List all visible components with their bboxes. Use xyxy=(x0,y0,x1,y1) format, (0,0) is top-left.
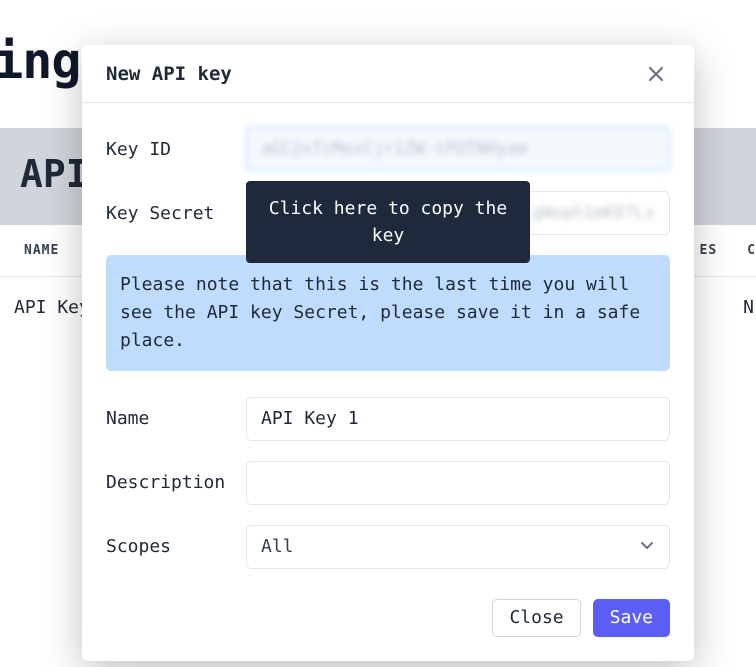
row-scopes: Scopes All xyxy=(106,525,670,569)
modal-footer: Close Save xyxy=(82,599,694,661)
secret-warning-notice: Please note that this is the last time y… xyxy=(106,255,670,371)
key-id-field[interactable]: aGC2xTcMexCjr1ZW-tPUTNHyam xyxy=(246,127,670,171)
row-key-id: Key ID aGC2xTcMexCjr1ZW-tPUTNHyam xyxy=(106,127,670,171)
description-input[interactable] xyxy=(246,461,670,505)
row-name: Name xyxy=(106,397,670,441)
chevron-down-icon xyxy=(639,537,655,557)
copy-key-tooltip[interactable]: Click here to copy the key xyxy=(246,181,530,263)
close-button[interactable]: Close xyxy=(492,599,580,637)
name-input[interactable] xyxy=(246,397,670,441)
row-key-secret: Key Secret Click here to copy the key gW… xyxy=(106,191,670,235)
label-name: Name xyxy=(106,408,228,429)
key-id-value: aGC2xTcMexCjr1ZW-tPUTNHyam xyxy=(261,139,527,159)
label-key-id: Key ID xyxy=(106,139,228,160)
col-header-fragment-far-right: C xyxy=(725,243,756,258)
cell-right-fragment: N xyxy=(743,297,756,318)
close-icon[interactable] xyxy=(642,60,670,88)
save-button[interactable]: Save xyxy=(593,599,670,637)
col-header-fragment-right: ES xyxy=(700,243,726,258)
cell-name: API Key xyxy=(0,297,90,318)
scopes-select[interactable]: All xyxy=(246,525,670,569)
label-key-secret: Key Secret xyxy=(106,203,228,224)
scopes-value: All xyxy=(261,536,294,557)
label-scopes: Scopes xyxy=(106,536,228,557)
row-description: Description xyxy=(106,461,670,505)
new-api-key-modal: New API key Key ID aGC2xTcMexCjr1ZW-tPUT… xyxy=(82,45,694,661)
modal-title: New API key xyxy=(106,63,232,85)
modal-body: Key ID aGC2xTcMexCjr1ZW-tPUTNHyam Key Se… xyxy=(82,103,694,599)
key-secret-value: gWoph1mK87Lx xyxy=(532,203,655,223)
section-heading: API xyxy=(20,152,89,196)
col-name-header: NAME xyxy=(0,243,59,258)
label-description: Description xyxy=(106,472,228,493)
modal-header: New API key xyxy=(82,45,694,103)
